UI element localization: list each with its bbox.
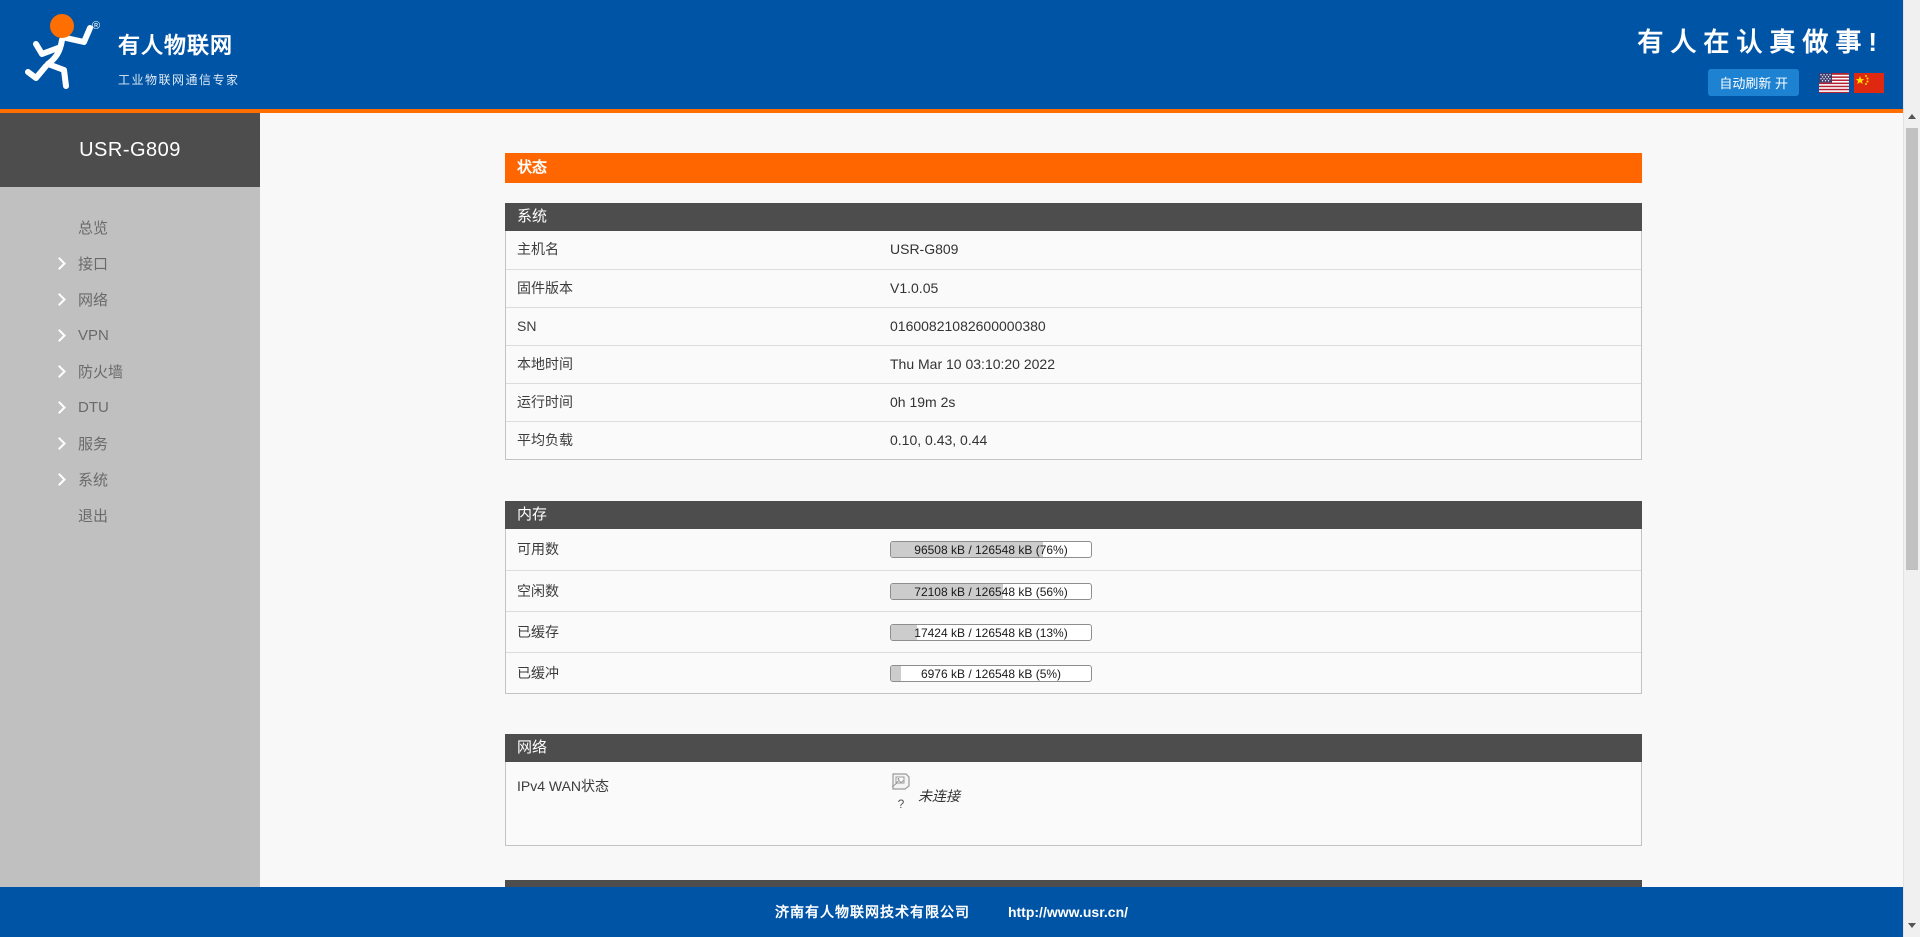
memory-progress-bar: 96508 kB / 126548 kB (76%) — [890, 541, 1092, 558]
table-row: IPv4 WAN状态 ? 未连接 — [506, 762, 1641, 845]
scrollbar-thumb[interactable] — [1906, 128, 1918, 570]
row-value: 01600821082600000380 — [890, 308, 1641, 345]
broken-image-alt-text: ? — [890, 797, 912, 811]
progress-text: 96508 kB / 126548 kB (76%) — [891, 542, 1091, 558]
row-label: IPv4 WAN状态 — [506, 762, 890, 845]
row-label: SN — [506, 308, 890, 345]
sidebar-item-logout[interactable]: 退出 — [0, 497, 260, 533]
chevron-right-icon — [53, 293, 66, 306]
table-row: 已缓冲 6976 kB / 126548 kB (5%) — [506, 652, 1641, 693]
table-row: 可用数 96508 kB / 126548 kB (76%) — [506, 529, 1641, 570]
sidebar-item-interface[interactable]: 接口 — [0, 245, 260, 281]
table-row: 空闲数 72108 kB / 126548 kB (56%) — [506, 570, 1641, 611]
table-row: 本地时间Thu Mar 10 03:10:20 2022 — [506, 345, 1641, 383]
section-network-header: 网络 — [505, 734, 1642, 762]
memory-progress-bar: 72108 kB / 126548 kB (56%) — [890, 583, 1092, 600]
footer-company: 济南有人物联网技术有限公司 — [775, 902, 970, 922]
vertical-scrollbar[interactable] — [1903, 0, 1920, 937]
row-label: 空闲数 — [506, 571, 890, 611]
chevron-right-icon — [53, 437, 66, 450]
section-memory: 内存 可用数 96508 kB / 126548 kB (76%) 空闲数 72… — [505, 501, 1642, 694]
row-value: V1.0.05 — [890, 270, 1641, 307]
memory-progress-bar: 17424 kB / 126548 kB (13%) — [890, 624, 1092, 641]
sidebar-item-label: 总览 — [78, 217, 108, 238]
sidebar-item-label: 接口 — [78, 253, 108, 274]
chevron-right-icon — [53, 257, 66, 270]
us-flag-icon[interactable] — [1819, 73, 1849, 93]
sidebar-item-label: 退出 — [78, 505, 108, 526]
row-value: 0.10, 0.43, 0.44 — [890, 422, 1641, 459]
sidebar-item-network[interactable]: 网络 — [0, 281, 260, 317]
row-value: 0h 19m 2s — [890, 384, 1641, 421]
footer-website-link[interactable]: http://www.usr.cn/ — [1008, 904, 1128, 920]
sidebar-item-label: 防火墙 — [78, 361, 123, 382]
chevron-right-icon — [53, 365, 66, 378]
sidebar-item-overview[interactable]: 总览 — [0, 209, 260, 245]
sidebar-item-firewall[interactable]: 防火墙 — [0, 353, 260, 389]
auto-refresh-toggle-button[interactable]: 自动刷新 开 — [1708, 69, 1799, 96]
brand: ® 有人物联网 工业物联网通信专家 — [22, 8, 240, 96]
table-row: 固件版本V1.0.05 — [506, 269, 1641, 307]
sidebar-item-vpn[interactable]: VPN — [0, 317, 260, 353]
section-system-header: 系统 — [505, 203, 1642, 231]
registered-mark: ® — [92, 20, 100, 32]
broken-image-icon — [891, 773, 911, 791]
progress-text: 72108 kB / 126548 kB (56%) — [891, 584, 1091, 600]
sidebar-item-system[interactable]: 系统 — [0, 461, 260, 497]
row-label: 运行时间 — [506, 384, 890, 421]
chevron-right-icon — [53, 473, 66, 486]
row-value: USR-G809 — [890, 231, 1641, 269]
sidebar-menu: 总览 接口 网络 VPN 防火墙 DTU 服务 系统 退出 — [0, 187, 260, 533]
scroll-down-icon[interactable] — [1908, 923, 1916, 928]
sidebar-item-label: DTU — [78, 399, 109, 416]
row-label: 可用数 — [506, 529, 890, 570]
brand-title: 有人物联网 — [118, 28, 240, 60]
progress-text: 17424 kB / 126548 kB (13%) — [891, 625, 1091, 641]
sidebar-item-dtu[interactable]: DTU — [0, 389, 260, 425]
section-network: 网络 IPv4 WAN状态 ? — [505, 734, 1642, 846]
app-header: ® 有人物联网 工业物联网通信专家 有人在认真做事! 自动刷新 开 — [0, 0, 1920, 109]
row-label: 主机名 — [506, 231, 890, 269]
row-value: Thu Mar 10 03:10:20 2022 — [890, 346, 1641, 383]
sidebar-item-label: 服务 — [78, 433, 108, 454]
brand-subtitle: 工业物联网通信专家 — [118, 71, 240, 88]
row-label: 本地时间 — [506, 346, 890, 383]
main-area: 状态 系统 主机名USR-G809 固件版本V1.0.05 SN01600821… — [260, 113, 1903, 937]
table-row: 主机名USR-G809 — [506, 231, 1641, 269]
sidebar-item-label: VPN — [78, 327, 109, 344]
cn-flag-icon[interactable] — [1854, 73, 1884, 93]
memory-progress-bar: 6976 kB / 126548 kB (5%) — [890, 665, 1092, 682]
row-label: 固件版本 — [506, 270, 890, 307]
table-row: 已缓存 17424 kB / 126548 kB (13%) — [506, 611, 1641, 652]
page-title: 状态 — [505, 153, 1642, 183]
chevron-right-icon — [53, 401, 66, 414]
sidebar: USR-G809 总览 接口 网络 VPN 防火墙 DTU 服务 系统 退出 — [0, 113, 260, 937]
device-name: USR-G809 — [0, 113, 260, 187]
row-label: 已缓冲 — [506, 653, 890, 693]
section-system: 系统 主机名USR-G809 固件版本V1.0.05 SN01600821082… — [505, 203, 1642, 460]
scroll-up-icon[interactable] — [1908, 114, 1916, 119]
table-row: SN01600821082600000380 — [506, 307, 1641, 345]
table-row: 运行时间0h 19m 2s — [506, 383, 1641, 421]
footer: 济南有人物联网技术有限公司 http://www.usr.cn/ — [0, 887, 1903, 937]
sidebar-item-label: 系统 — [78, 469, 108, 490]
chevron-right-icon — [53, 329, 66, 342]
progress-text: 6976 kB / 126548 kB (5%) — [891, 666, 1091, 682]
sidebar-item-services[interactable]: 服务 — [0, 425, 260, 461]
wan-status-text: 未连接 — [918, 786, 960, 806]
sidebar-item-label: 网络 — [78, 289, 108, 310]
header-accent-line — [0, 109, 1920, 113]
row-label: 已缓存 — [506, 612, 890, 652]
table-row: 平均负载0.10, 0.43, 0.44 — [506, 421, 1641, 459]
section-memory-header: 内存 — [505, 501, 1642, 529]
header-slogan: 有人在认真做事! — [1637, 22, 1884, 59]
person-logo-icon: ® — [22, 8, 104, 96]
row-label: 平均负载 — [506, 422, 890, 459]
